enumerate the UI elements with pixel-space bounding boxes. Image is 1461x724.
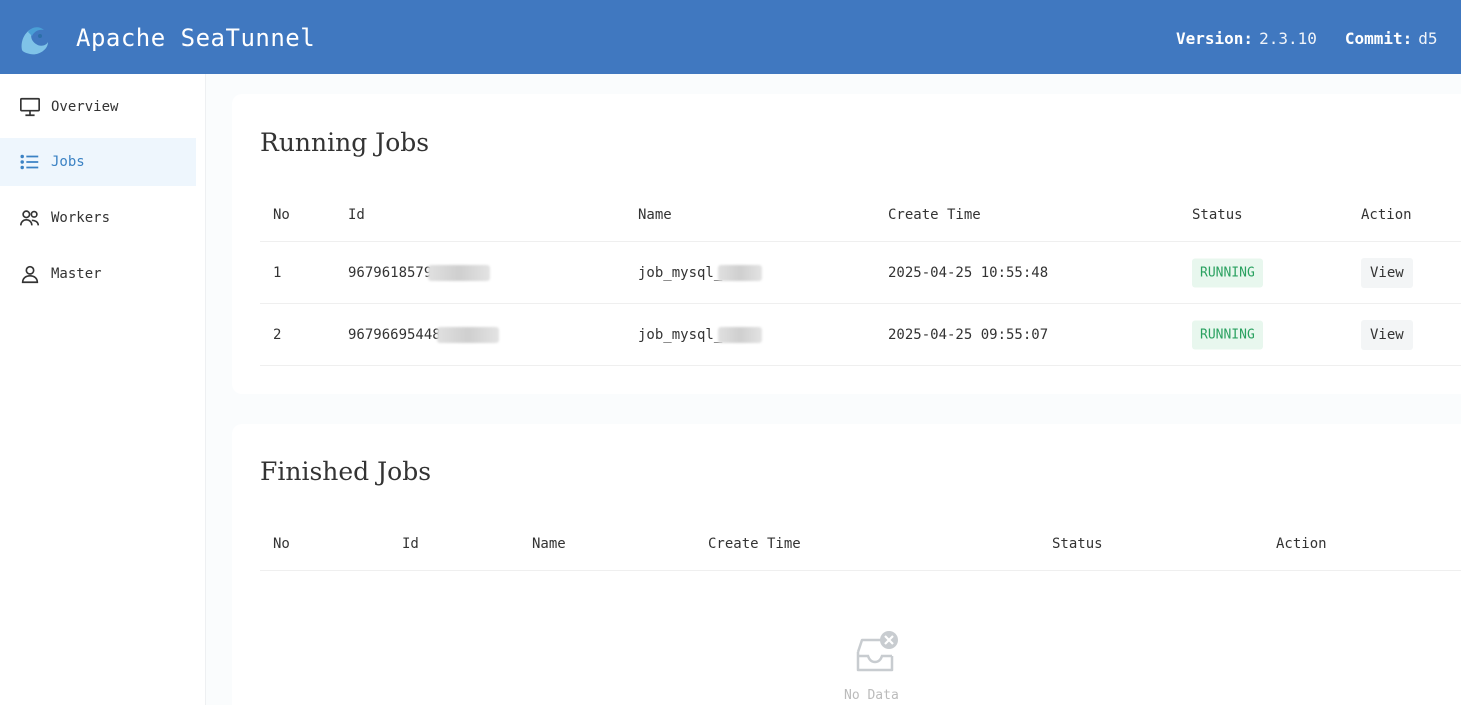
status-badge: RUNNING [1192,320,1263,349]
sidebar-item-label: Workers [51,210,111,226]
sidebar-item-jobs[interactable]: Jobs [0,138,196,186]
users-icon [18,206,42,230]
version-info: Version: 2.3.10 Commit: d5 [1176,29,1461,48]
top-header: Apache SeaTunnel Version: 2.3.10 Commit: d5 [0,0,1461,74]
finished-jobs-card: Finished Jobs No Id Name Create Time Sta… [232,424,1461,724]
col-create-time: Create Time [888,206,981,223]
cell-no: 1 [273,264,282,281]
cell-id: 96796695448 [348,326,499,343]
cell-id-text: 9679618579 [348,264,433,281]
commit-value: d5 [1418,29,1438,48]
table-row: 2 96796695448 job_mysql_ 2025-04-25 09:5… [260,304,1461,366]
table-header-row: No Id Name Create Time Status Action [260,517,1461,571]
col-no: No [273,206,290,223]
cell-create-time: 2025-04-25 10:55:48 [888,264,1049,281]
sidebar-item-overview[interactable]: Overview [0,83,196,131]
empty-state-text: No Data [844,688,899,703]
table-header-row: No Id Name Create Time Status Action [260,188,1461,242]
main-content: Running Jobs No Id Name Create Time Stat… [206,74,1461,724]
cell-id: 9679618579 [348,264,491,281]
version-value: 2.3.10 [1259,29,1317,48]
version-label: Version: [1176,29,1254,48]
col-id: Id [402,535,419,552]
cell-name: job_mysql_ [638,326,763,343]
user-icon [18,262,42,286]
app-title[interactable]: Apache SeaTunnel [76,24,315,52]
finished-jobs-table: No Id Name Create Time Status Action [260,517,1461,571]
list-icon [18,150,42,174]
cell-create-time: 2025-04-25 09:55:07 [888,326,1049,343]
seatunnel-logo-icon[interactable] [14,20,54,60]
sidebar: Overview Jobs Workers Master [0,74,206,705]
cell-no: 2 [273,326,282,343]
col-id: Id [348,206,365,223]
cell-name: job_mysql_ [638,264,763,281]
monitor-icon [18,95,42,119]
redacted-mask [718,264,763,281]
sidebar-item-label: Master [51,266,102,282]
view-button[interactable]: View [1361,257,1413,288]
status-badge: RUNNING [1192,258,1263,287]
finished-jobs-title: Finished Jobs [260,457,432,486]
sidebar-item-label: Jobs [51,154,85,170]
col-action: Action [1361,206,1412,223]
sidebar-item-workers[interactable]: Workers [0,194,196,242]
cell-name-text: job_mysql_ [638,326,723,343]
col-create-time: Create Time [708,535,801,552]
commit-label: Commit: [1344,29,1413,48]
redacted-mask [428,264,491,281]
col-status: Status [1052,535,1103,552]
redacted-mask [718,326,763,343]
table-row: 1 9679618579 job_mysql_ 2025-04-25 10:55… [260,242,1461,304]
col-name: Name [532,535,566,552]
cell-id-text: 96796695448 [348,326,441,343]
col-name: Name [638,206,672,223]
cell-name-text: job_mysql_ [638,264,723,281]
col-status: Status [1192,206,1243,223]
running-jobs-title: Running Jobs [260,128,430,157]
redacted-mask [436,326,499,343]
empty-inbox-icon [856,631,898,672]
col-action: Action [1276,535,1327,552]
view-button[interactable]: View [1361,319,1413,350]
sidebar-item-label: Overview [51,99,119,115]
sidebar-item-master[interactable]: Master [0,250,196,298]
running-jobs-card: Running Jobs No Id Name Create Time Stat… [232,94,1461,394]
col-no: No [273,535,290,552]
running-jobs-table: No Id Name Create Time Status Action 1 9… [260,188,1461,366]
